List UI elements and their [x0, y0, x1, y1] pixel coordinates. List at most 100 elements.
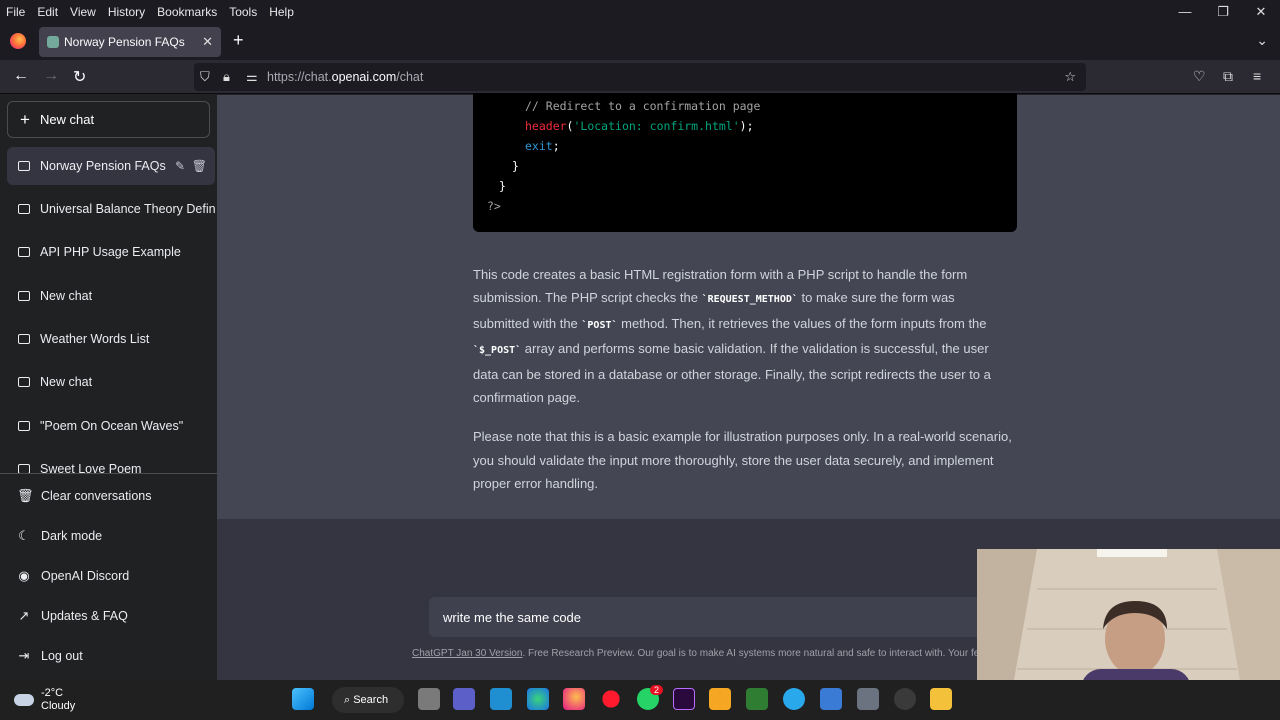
chat-bubble-icon	[18, 161, 30, 171]
menu-file[interactable]: File	[0, 5, 31, 19]
chat-item-norway-pension[interactable]: Norway Pension FAQs ✎ 🗑︎	[7, 147, 215, 185]
chat-item-label: API PHP Usage Example	[40, 245, 181, 259]
close-window-button[interactable]: ✕	[1242, 0, 1280, 24]
openai-discord-link[interactable]: ◉ OpenAI Discord	[7, 558, 210, 594]
edit-icon[interactable]: ✎	[175, 159, 185, 173]
chat-item-label: New chat	[40, 289, 93, 303]
weather-temp: -2°C	[41, 687, 64, 699]
code-comment: // Redirect to a confirmation page	[525, 99, 761, 113]
firefox-icon[interactable]	[10, 33, 26, 49]
extensions-icon[interactable]: ⧉	[1223, 68, 1233, 85]
new-chat-button[interactable]: + New chat	[7, 101, 210, 138]
bookmark-star-icon[interactable]: ☆	[1064, 69, 1076, 85]
menu-history[interactable]: History	[102, 5, 151, 19]
updates-faq-label: Updates & FAQ	[41, 609, 128, 623]
taskbar-search-button[interactable]: ⌕ Search	[332, 687, 404, 713]
chat-item-new-chat-2[interactable]: New chat	[7, 363, 215, 401]
chat-item-actions: ✎ 🗑︎	[175, 159, 207, 173]
chat-item-weather-words[interactable]: Weather Words List	[7, 320, 215, 358]
plus-icon: +	[20, 109, 30, 129]
chat-history-list: Norway Pension FAQs ✎ 🗑︎ Universal Balan…	[0, 147, 217, 473]
sidebar: + New chat Norway Pension FAQs ✎ 🗑︎ Univ…	[0, 95, 217, 680]
clear-conversations-label: Clear conversations	[41, 489, 152, 503]
chat-bubble-icon	[18, 421, 30, 431]
response-paragraph-2: Please note that this is a basic example…	[473, 429, 1012, 492]
log-out-button[interactable]: ⇥ Log out	[7, 638, 210, 674]
back-icon[interactable]: ←	[13, 67, 29, 85]
message-input[interactable]: write me the same code	[429, 597, 1029, 637]
message-input-text[interactable]: write me the same code	[443, 610, 581, 625]
tab-bar: Norway Pension FAQs ✕ + ⌄	[0, 24, 1280, 60]
teams-chat-icon[interactable]	[453, 688, 475, 710]
code-line-brace1: }	[512, 159, 519, 173]
weather-widget[interactable]: -2°C Cloudy	[14, 687, 75, 713]
menu-bookmarks[interactable]: Bookmarks	[151, 5, 223, 19]
dark-mode-label: Dark mode	[41, 529, 103, 543]
chat-bubble-icon	[18, 204, 30, 214]
opera-icon[interactable]	[600, 688, 622, 710]
sublime-icon[interactable]	[709, 688, 731, 710]
file-explorer-icon[interactable]	[930, 688, 952, 710]
chat-item-sweet-love[interactable]: Sweet Love Poem	[7, 450, 215, 473]
tracking-shield-icon[interactable]: ⛉	[200, 69, 210, 85]
network-icon[interactable]	[820, 688, 842, 710]
cloud-icon	[14, 694, 34, 706]
permissions-icon[interactable]: ⚌	[246, 69, 258, 85]
openai-discord-label: OpenAI Discord	[41, 569, 130, 583]
obs-icon[interactable]	[894, 688, 916, 710]
widgets-icon[interactable]	[490, 688, 512, 710]
navigation-bar: ← → ↻ ⛉ 🔒︎ ⚌ https://chat.openai.com/cha…	[0, 60, 1280, 94]
chat-bubble-icon	[18, 291, 30, 301]
firefox-taskbar-icon[interactable]	[563, 688, 585, 710]
forward-icon[interactable]: →	[43, 67, 59, 85]
list-all-tabs-icon[interactable]: ⌄	[1256, 32, 1268, 49]
chat-item-label: "Poem On Ocean Waves"	[40, 419, 184, 433]
menu-help[interactable]: Help	[263, 5, 300, 19]
new-tab-button[interactable]: +	[233, 30, 244, 51]
dark-mode-button[interactable]: ☾ Dark mode	[7, 518, 210, 554]
menu-edit[interactable]: Edit	[31, 5, 64, 19]
minimize-button[interactable]: —	[1166, 0, 1204, 24]
chat-item-label: Sweet Love Poem	[40, 462, 142, 473]
chat-item-api-php[interactable]: API PHP Usage Example	[7, 233, 215, 271]
footer-disclaimer: ChatGPT Jan 30 Version. Free Research Pr…	[412, 648, 982, 659]
code-line-brace2: }	[499, 179, 506, 193]
version-link[interactable]: ChatGPT Jan 30 Version	[412, 648, 522, 659]
external-link-icon: ↗	[18, 608, 30, 623]
updates-faq-link[interactable]: ↗ Updates & FAQ	[7, 598, 210, 634]
sidebar-divider	[0, 473, 217, 474]
tab-norway-pension[interactable]: Norway Pension FAQs ✕	[39, 27, 221, 57]
assistant-response: This code creates a basic HTML registrat…	[473, 263, 1013, 512]
tab-title: Norway Pension FAQs	[64, 35, 185, 49]
windows-start-icon[interactable]	[292, 688, 314, 710]
chat-item-new-chat-1[interactable]: New chat	[7, 277, 215, 315]
code-line-exit: exit;	[525, 139, 560, 153]
menu-tools[interactable]: Tools	[223, 5, 263, 19]
edge-icon[interactable]	[527, 688, 549, 710]
premiere-icon[interactable]	[673, 688, 695, 710]
code-line-header: header('Location: confirm.html');	[525, 119, 754, 133]
menu-bar: File Edit View History Bookmarks Tools H…	[0, 0, 1280, 24]
menu-view[interactable]: View	[64, 5, 102, 19]
url-bar[interactable]: ⛉ 🔒︎ ⚌ https://chat.openai.com/chat ☆	[194, 63, 1086, 91]
code-line-php-end: ?>	[487, 199, 501, 213]
reload-icon[interactable]: ↻	[73, 67, 86, 87]
lock-icon[interactable]: 🔒︎	[223, 69, 230, 85]
chat-item-universal-balance[interactable]: Universal Balance Theory Defined	[7, 190, 215, 228]
chat-item-poem-ocean[interactable]: "Poem On Ocean Waves"	[7, 407, 215, 445]
search-icon: ⌕	[344, 693, 354, 706]
clear-conversations-button[interactable]: 🗑︎ Clear conversations	[7, 478, 210, 514]
calculator-icon[interactable]	[857, 688, 879, 710]
trash-icon[interactable]: 🗑︎	[192, 159, 207, 173]
task-view-icon[interactable]	[418, 688, 440, 710]
pocket-icon[interactable]: ♡	[1193, 68, 1206, 85]
chat-bubble-icon	[18, 334, 30, 344]
chat-item-label: Norway Pension FAQs	[40, 159, 166, 173]
weather-desc: Cloudy	[41, 700, 76, 712]
excel-icon[interactable]	[746, 688, 768, 710]
hamburger-menu-icon[interactable]: ≡	[1253, 68, 1261, 84]
restore-button[interactable]: ❐	[1204, 0, 1242, 24]
url-text[interactable]: https://chat.openai.com/chat	[267, 70, 423, 84]
telegram-icon[interactable]	[783, 688, 805, 710]
tab-close-icon[interactable]: ✕	[202, 34, 213, 50]
